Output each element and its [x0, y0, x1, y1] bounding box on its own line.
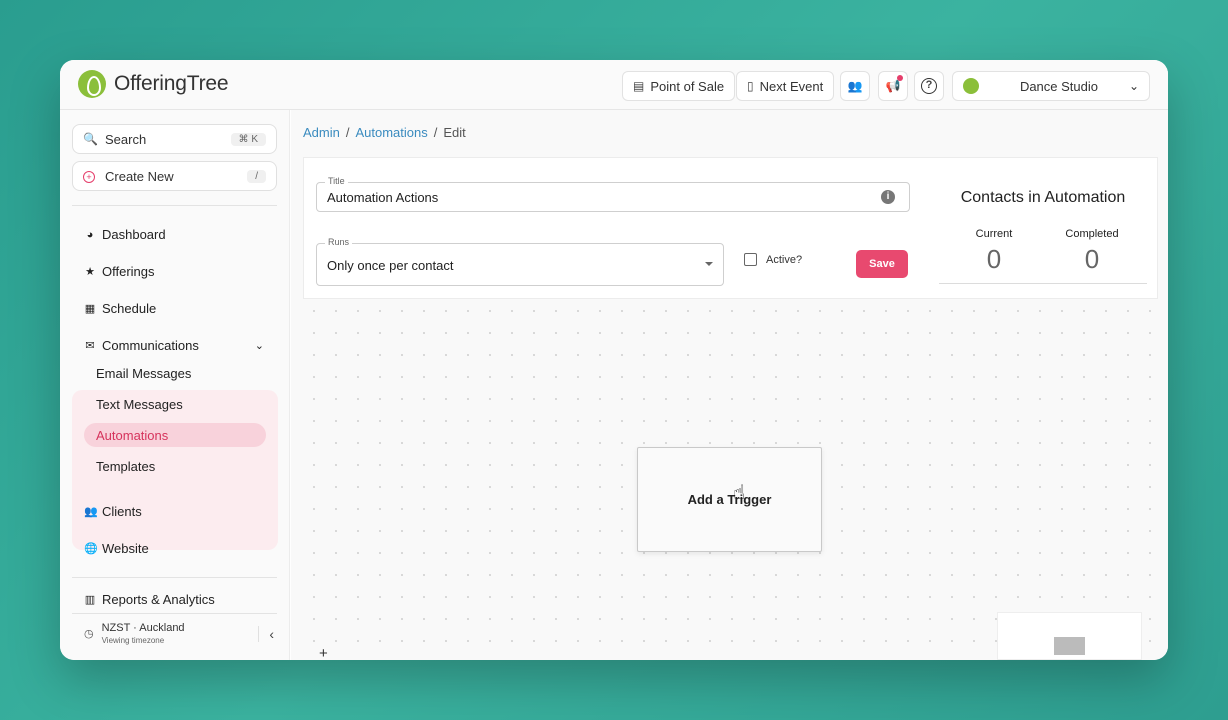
timezone-caption: Viewing timezone [101, 636, 165, 645]
contacts-in-automation: Contacts in Automation Current 0 Complet… [939, 178, 1147, 284]
point-of-sale-label: Point of Sale [650, 78, 725, 94]
info-icon[interactable]: i [881, 190, 895, 204]
chevron-down-icon: ⌄ [1128, 79, 1139, 93]
sidebar-item-dashboard[interactable]: ◕ Dashboard [84, 227, 166, 242]
brand-name: OfferingTree [114, 72, 229, 95]
main-content: Admin / Automations / Edit Title Automation … [291, 110, 1168, 660]
title-field-label: Title [325, 176, 348, 186]
create-new-label: Create New [105, 168, 174, 184]
timezone-name: NZST · Auckland [101, 622, 185, 634]
title-field-value: Automation Actions [327, 190, 439, 205]
plus-circle-icon: + [83, 169, 101, 184]
studio-logo-icon [963, 78, 979, 94]
sidebar-item-label: Offerings [102, 264, 155, 279]
sidebar-item-communications[interactable]: ✉ Communications ⌄ [84, 338, 264, 353]
studio-selector[interactable]: Dance Studio ⌄ [952, 71, 1150, 101]
clock-icon: ◷ [84, 628, 94, 640]
timezone-indicator[interactable]: ◷ NZST · Auckland Viewing timezone ‹ [84, 622, 274, 645]
users-icon: 👥 [847, 79, 863, 93]
create-new-button[interactable]: + Create New / [72, 161, 277, 191]
search-label: Search [105, 131, 147, 147]
completed-label: Completed [1065, 228, 1119, 240]
studio-name: Dance Studio [1019, 78, 1098, 94]
runs-field-label: Runs [325, 237, 353, 247]
sidebar-item-clients[interactable]: 👥 Clients [84, 504, 142, 519]
active-checkbox-label: Active? [766, 254, 803, 266]
completed-count: 0 [1084, 244, 1100, 274]
announcements-button[interactable]: 📢 [878, 71, 908, 101]
breadcrumb-current: Edit [443, 125, 466, 140]
canvas-minimap[interactable] [997, 612, 1142, 660]
sidebar-subitem-text-messages[interactable]: Text Messages [96, 397, 183, 412]
title-field[interactable]: Title Automation Actions i [316, 176, 910, 212]
sidebar: 🔍 Search ⌘ K + Create New / ◕ Dashboard … [60, 110, 290, 660]
dashboard-icon: ◕ [86, 228, 94, 241]
add-trigger-node[interactable]: Add a Trigger [637, 447, 822, 552]
globe-icon: 🌐 [84, 543, 98, 555]
sidebar-item-label: Website [102, 541, 149, 556]
sidebar-item-label: Schedule [102, 301, 157, 316]
search-shortcut: ⌘ K [230, 132, 266, 146]
minimap-node [1054, 637, 1085, 655]
cash-register-icon: ▤ [633, 79, 645, 93]
sidebar-subitem-email-messages[interactable]: Email Messages [96, 366, 191, 381]
help-button[interactable]: ? [914, 71, 944, 101]
brand[interactable]: OfferingTree [78, 70, 229, 98]
contacts-title: Contacts in Automation [960, 189, 1126, 206]
hand-pointer-cursor-icon: ☝ [733, 482, 746, 504]
sidebar-item-label: Reports & Analytics [102, 592, 215, 607]
automation-settings-panel: Title Automation Actions i Runs Only onc… [303, 157, 1158, 299]
sidebar-divider [72, 205, 277, 206]
current-label: Current [975, 228, 1013, 240]
collapse-sidebar-icon[interactable]: ‹ [258, 625, 274, 642]
sidebar-item-label: Clients [102, 504, 142, 519]
sidebar-item-offerings[interactable]: ★ Offerings [84, 264, 155, 279]
chart-icon: ▥ [84, 594, 96, 606]
active-checkbox[interactable] [744, 253, 757, 266]
create-new-shortcut: / [247, 169, 266, 183]
sidebar-item-label: Communications [102, 338, 199, 353]
search-icon: 🔍 [83, 132, 98, 146]
chevron-down-icon: ⌄ [254, 340, 264, 352]
runs-selected-value: Only once per contact [327, 258, 454, 273]
clipboard-icon: ▯ [747, 79, 754, 93]
users-icon: 👥 [84, 506, 98, 518]
breadcrumb-admin[interactable]: Admin [303, 125, 340, 140]
sidebar-item-reports[interactable]: ▥ Reports & Analytics [84, 592, 215, 607]
sidebar-item-label: Dashboard [102, 227, 166, 242]
question-icon: ? [921, 78, 937, 94]
point-of-sale-button[interactable]: ▤ Point of Sale [622, 71, 736, 101]
breadcrumb-automations[interactable]: Automations [355, 125, 427, 140]
brand-logo-icon [78, 70, 106, 98]
dropdown-arrow-icon [705, 262, 713, 266]
megaphone-icon: 📢 [885, 79, 901, 93]
next-event-button[interactable]: ▯ Next Event [736, 71, 835, 101]
current-count: 0 [986, 244, 1002, 274]
app-window: OfferingTree ▤ Point of Sale ▯ Next Even… [60, 60, 1168, 660]
sidebar-item-schedule[interactable]: ▦ Schedule [84, 301, 156, 316]
save-button[interactable]: Save [856, 250, 908, 278]
star-icon: ★ [85, 266, 95, 278]
sidebar-item-website[interactable]: 🌐 Website [84, 541, 149, 556]
sidebar-subitem-templates[interactable]: Templates [96, 459, 155, 474]
next-event-label: Next Event [759, 78, 824, 94]
zoom-in-button[interactable]: + [319, 645, 328, 660]
breadcrumb: Admin / Automations / Edit [303, 125, 466, 140]
sidebar-divider [72, 577, 277, 578]
top-bar: OfferingTree ▤ Point of Sale ▯ Next Even… [60, 60, 1168, 110]
notification-badge [897, 75, 903, 81]
sidebar-subitem-automations[interactable]: Automations [96, 428, 168, 443]
calendar-icon: ▦ [84, 303, 96, 315]
clients-button[interactable]: 👥 [840, 71, 870, 101]
sidebar-divider [72, 613, 277, 614]
search-box[interactable]: 🔍 Search ⌘ K [72, 124, 277, 154]
envelope-icon: ✉ [85, 340, 95, 352]
runs-select[interactable]: Runs Only once per contact [316, 237, 724, 286]
